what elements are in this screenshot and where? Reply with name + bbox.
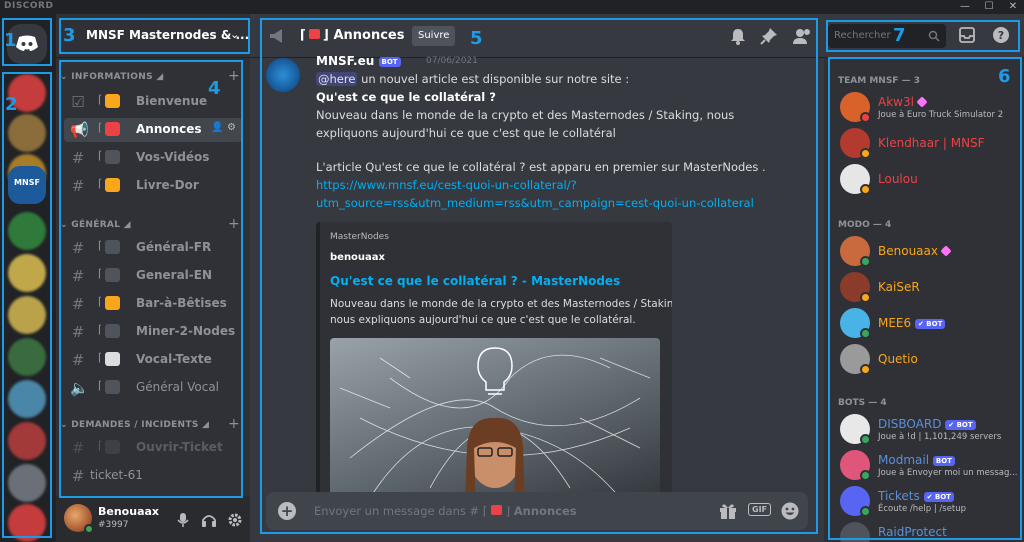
annotation-box-6: [828, 57, 1022, 540]
annotation-number: 1: [4, 30, 17, 51]
annotation-number: 3: [63, 25, 76, 46]
annotation-number: 7: [893, 25, 906, 46]
discord-app: DISCORD — ☐ ✕ MNSF MNSF Masternodes & ..…: [0, 0, 1024, 542]
title-bar: DISCORD — ☐ ✕: [0, 0, 1024, 14]
annotation-number: 4: [208, 78, 221, 99]
annotation-number: 5: [470, 28, 483, 49]
microphone-icon[interactable]: [174, 511, 192, 529]
user-tag: #3997: [98, 520, 129, 530]
minimize-button[interactable]: —: [954, 0, 976, 14]
annotation-number: 2: [5, 94, 18, 115]
annotation-box-4: [59, 60, 243, 498]
annotation-box-2: [2, 72, 52, 538]
annotation-box-3: [59, 18, 250, 54]
gear-icon[interactable]: [226, 511, 244, 529]
close-button[interactable]: ✕: [1002, 0, 1024, 14]
annotation-box-7: [826, 20, 1020, 52]
status-online-dot: [84, 524, 94, 534]
annotation-number: 6: [998, 66, 1011, 87]
app-brand: DISCORD: [4, 1, 54, 11]
user-name: Benouaax: [98, 505, 160, 518]
maximize-button[interactable]: ☐: [978, 0, 1000, 14]
annotation-box-5: [260, 18, 818, 534]
user-panel: Benouaax #3997: [56, 496, 250, 542]
headphones-icon[interactable]: [200, 511, 218, 529]
